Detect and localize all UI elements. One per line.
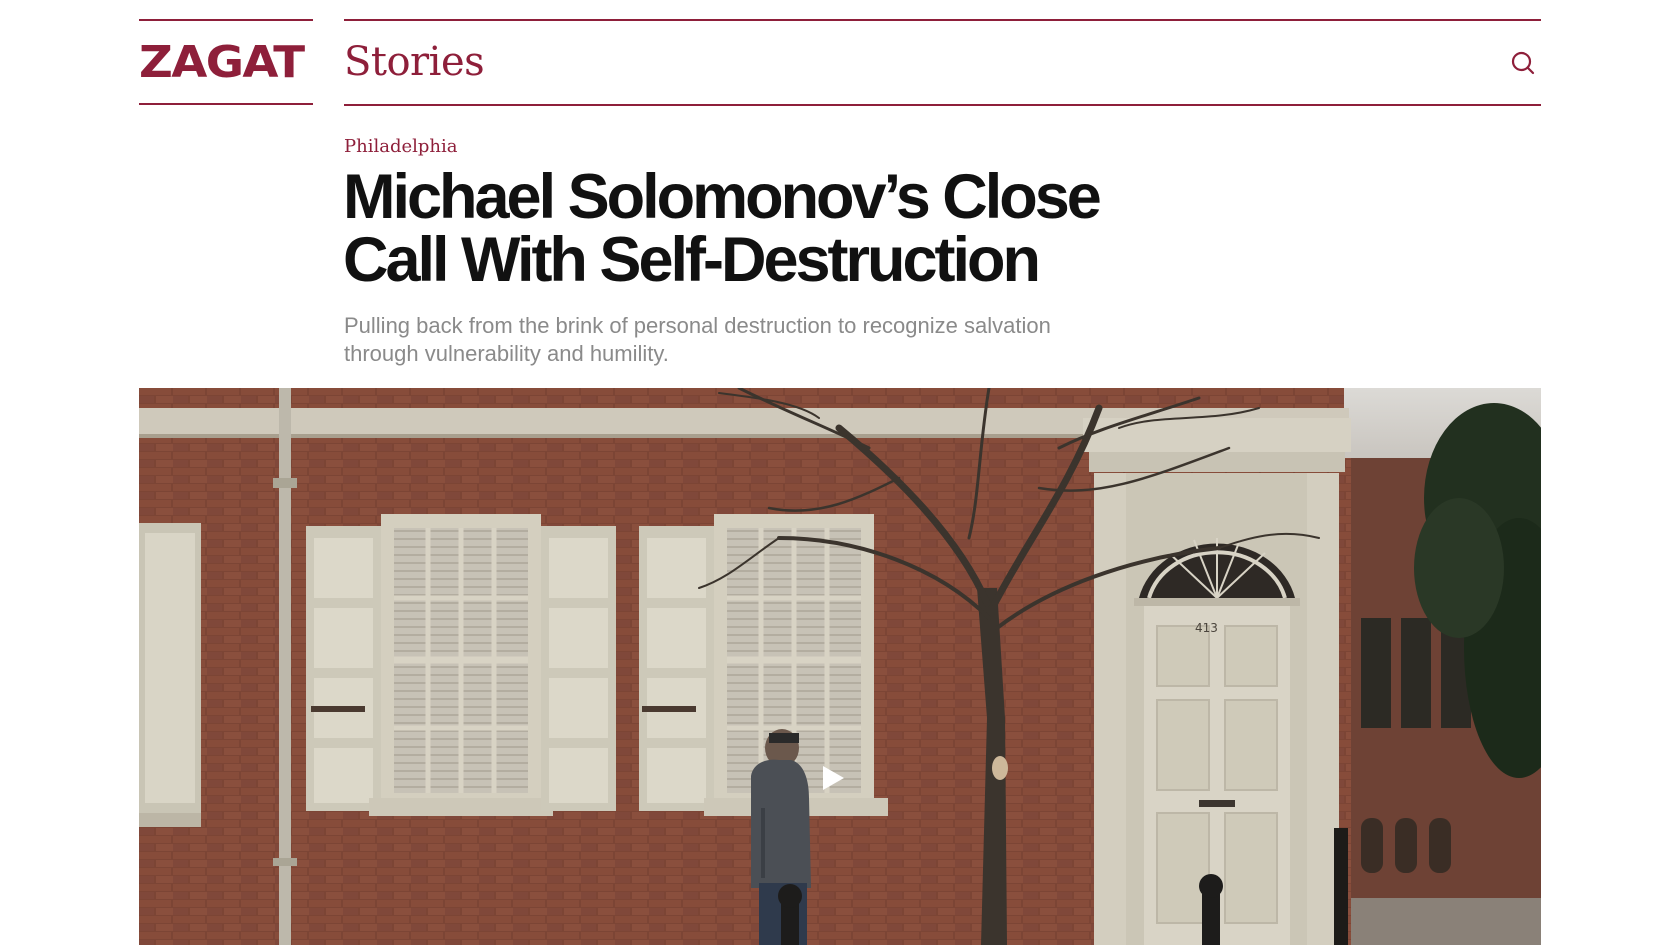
article-subheading: Pulling back from the brink of personal …	[344, 313, 1051, 366]
hero-video[interactable]: 413	[139, 388, 1541, 945]
section-title-stories[interactable]: Stories	[344, 42, 485, 82]
section-bar: Stories	[344, 19, 1541, 106]
zagat-logo: ZAGAT	[139, 36, 305, 88]
logo-link[interactable]: ZAGAT	[139, 19, 313, 105]
hero-video-frame: 413	[139, 388, 1541, 945]
search-icon	[1511, 51, 1535, 74]
door-number: 413	[1195, 621, 1218, 635]
search-button[interactable]	[1508, 48, 1538, 78]
play-icon	[823, 766, 844, 790]
play-button[interactable]	[813, 758, 853, 798]
article-headline: Michael Solomonov’s Close Call With Self…	[343, 162, 1102, 295]
article-category-link[interactable]: Philadelphia	[344, 138, 457, 156]
